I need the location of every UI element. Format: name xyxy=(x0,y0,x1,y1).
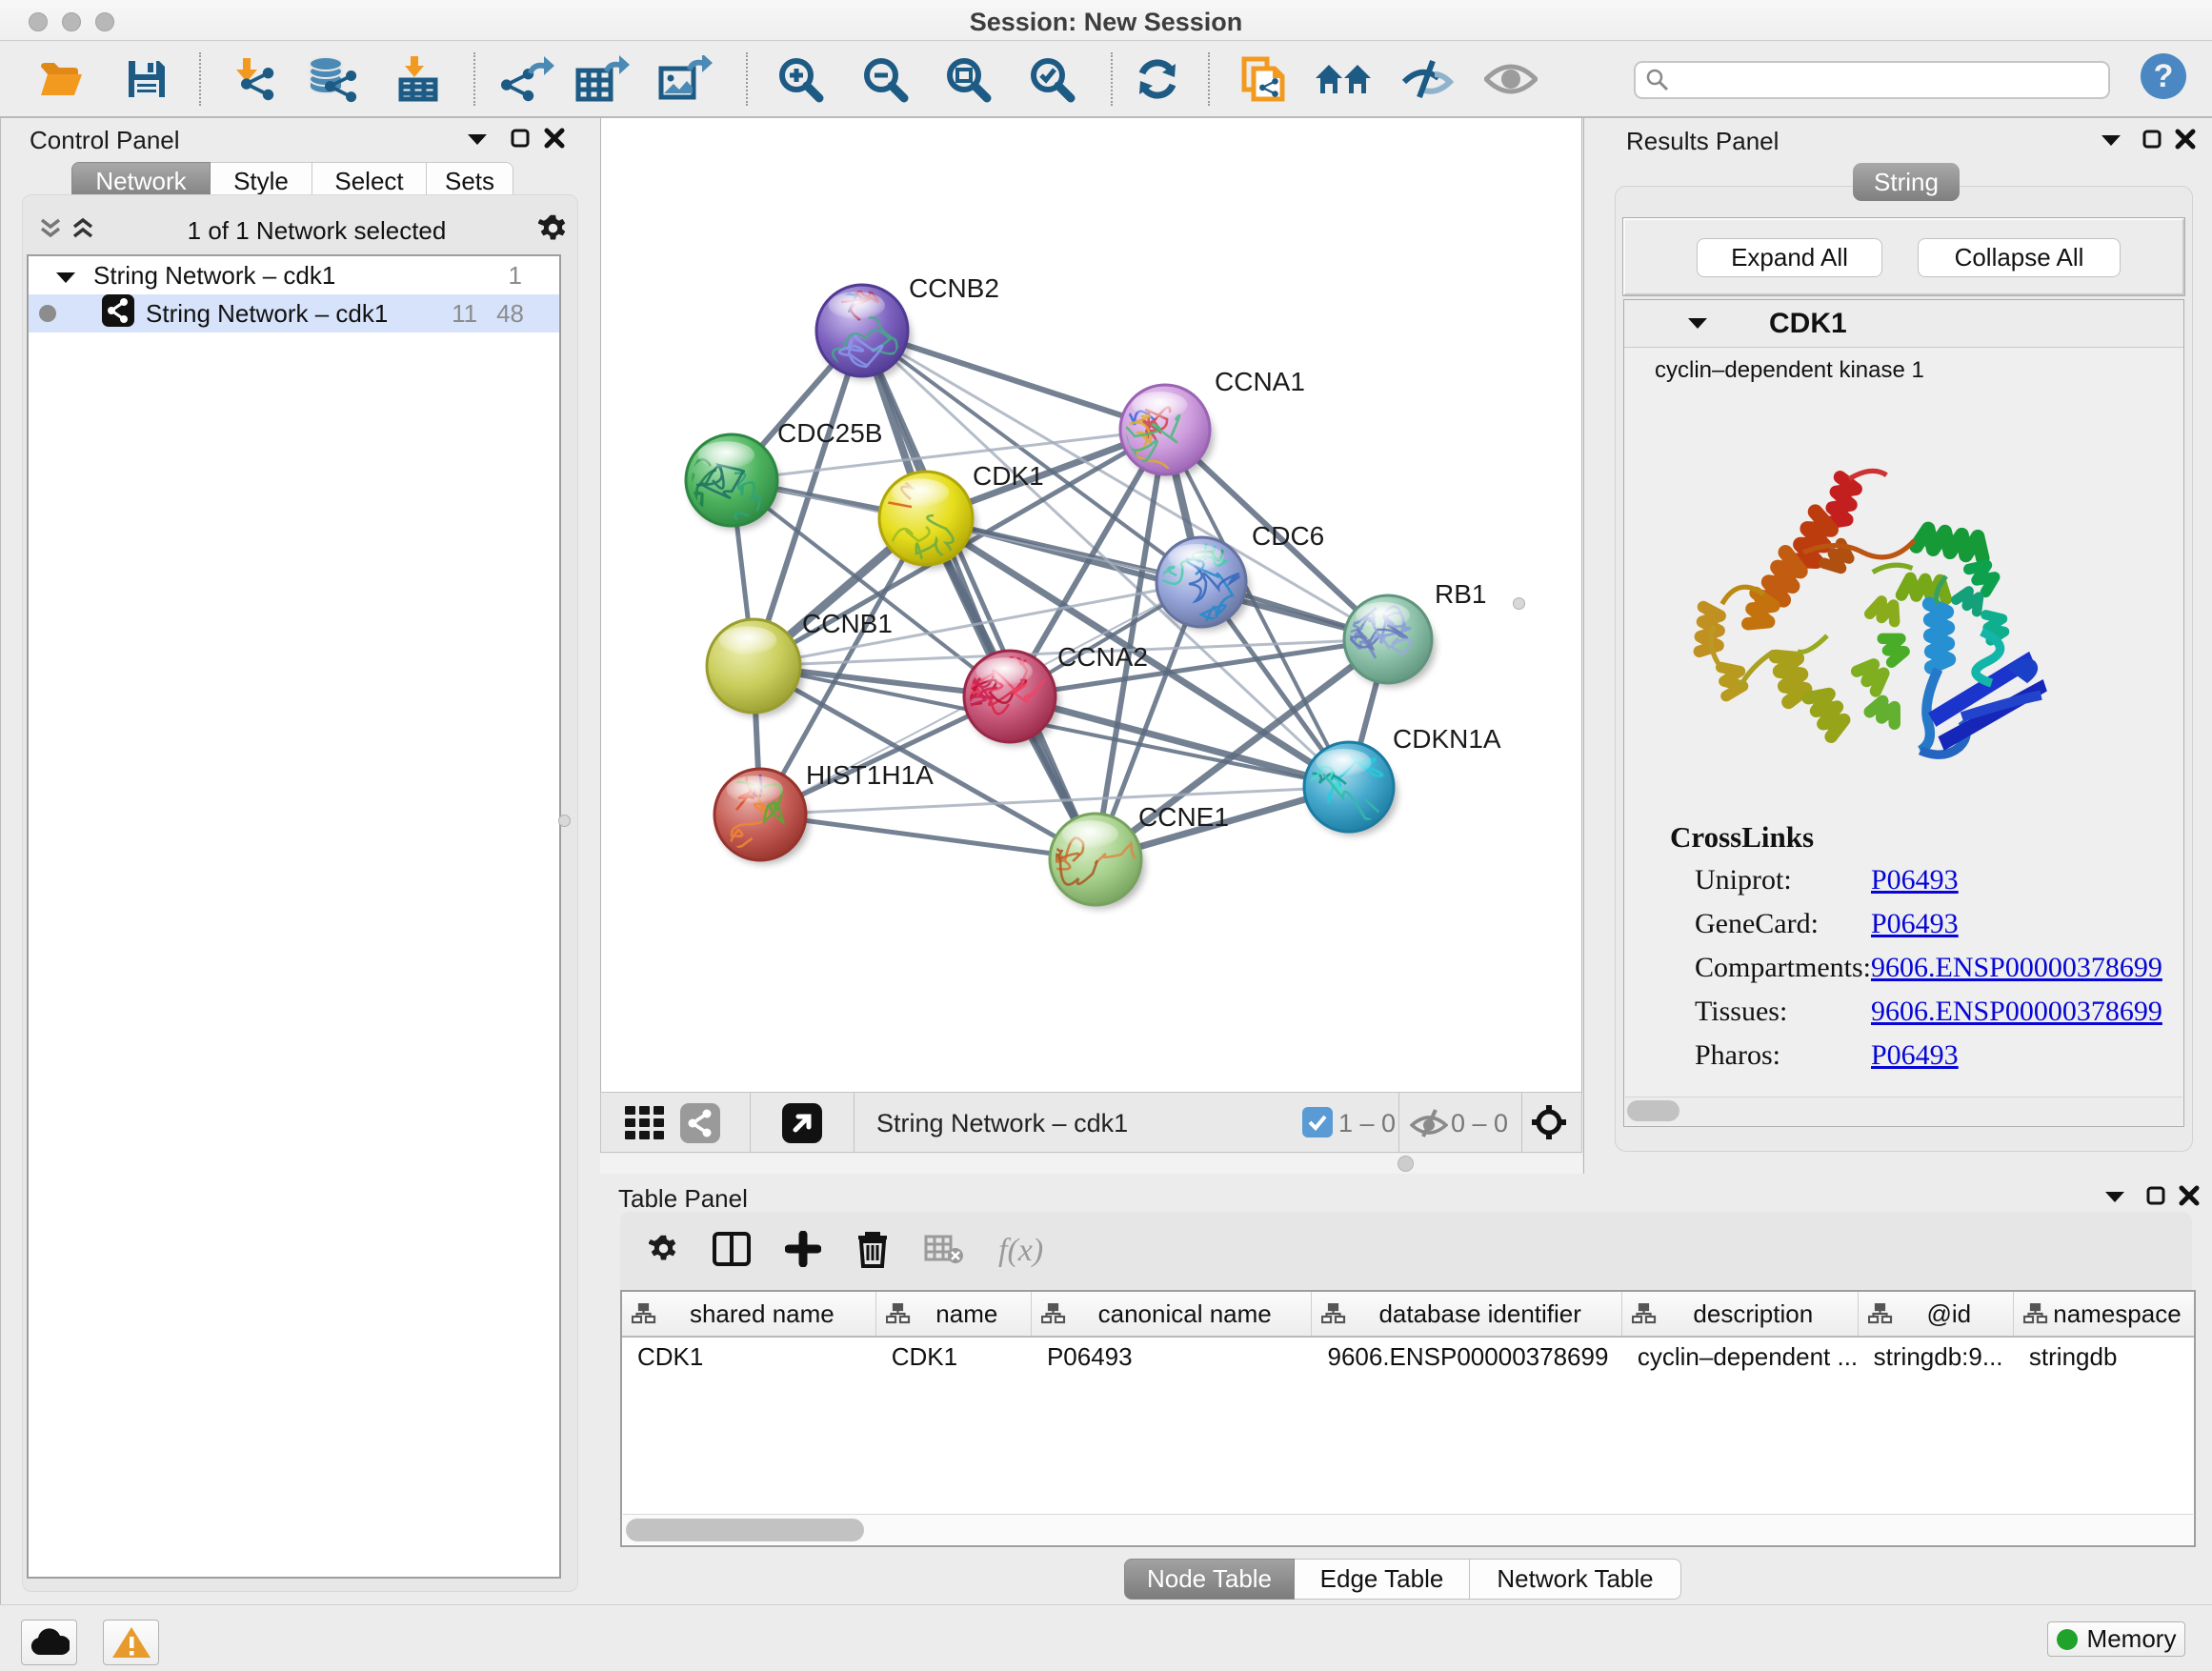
svg-text:CDKN1A: CDKN1A xyxy=(1393,724,1501,754)
svg-text:RB1: RB1 xyxy=(1435,579,1486,609)
svg-text:CDK1: CDK1 xyxy=(973,461,1044,491)
svg-text:CCNB2: CCNB2 xyxy=(909,273,999,303)
svg-text:HIST1H1A: HIST1H1A xyxy=(806,760,934,790)
svg-text:CCNB1: CCNB1 xyxy=(802,609,893,638)
svg-text:CCNA2: CCNA2 xyxy=(1057,642,1148,672)
svg-text:CDC6: CDC6 xyxy=(1252,521,1324,551)
svg-text:CCNE1: CCNE1 xyxy=(1138,802,1229,832)
svg-text:CCNA1: CCNA1 xyxy=(1215,367,1305,396)
svg-text:CDC25B: CDC25B xyxy=(777,418,882,448)
svg-text:?: ? xyxy=(2154,58,2174,94)
